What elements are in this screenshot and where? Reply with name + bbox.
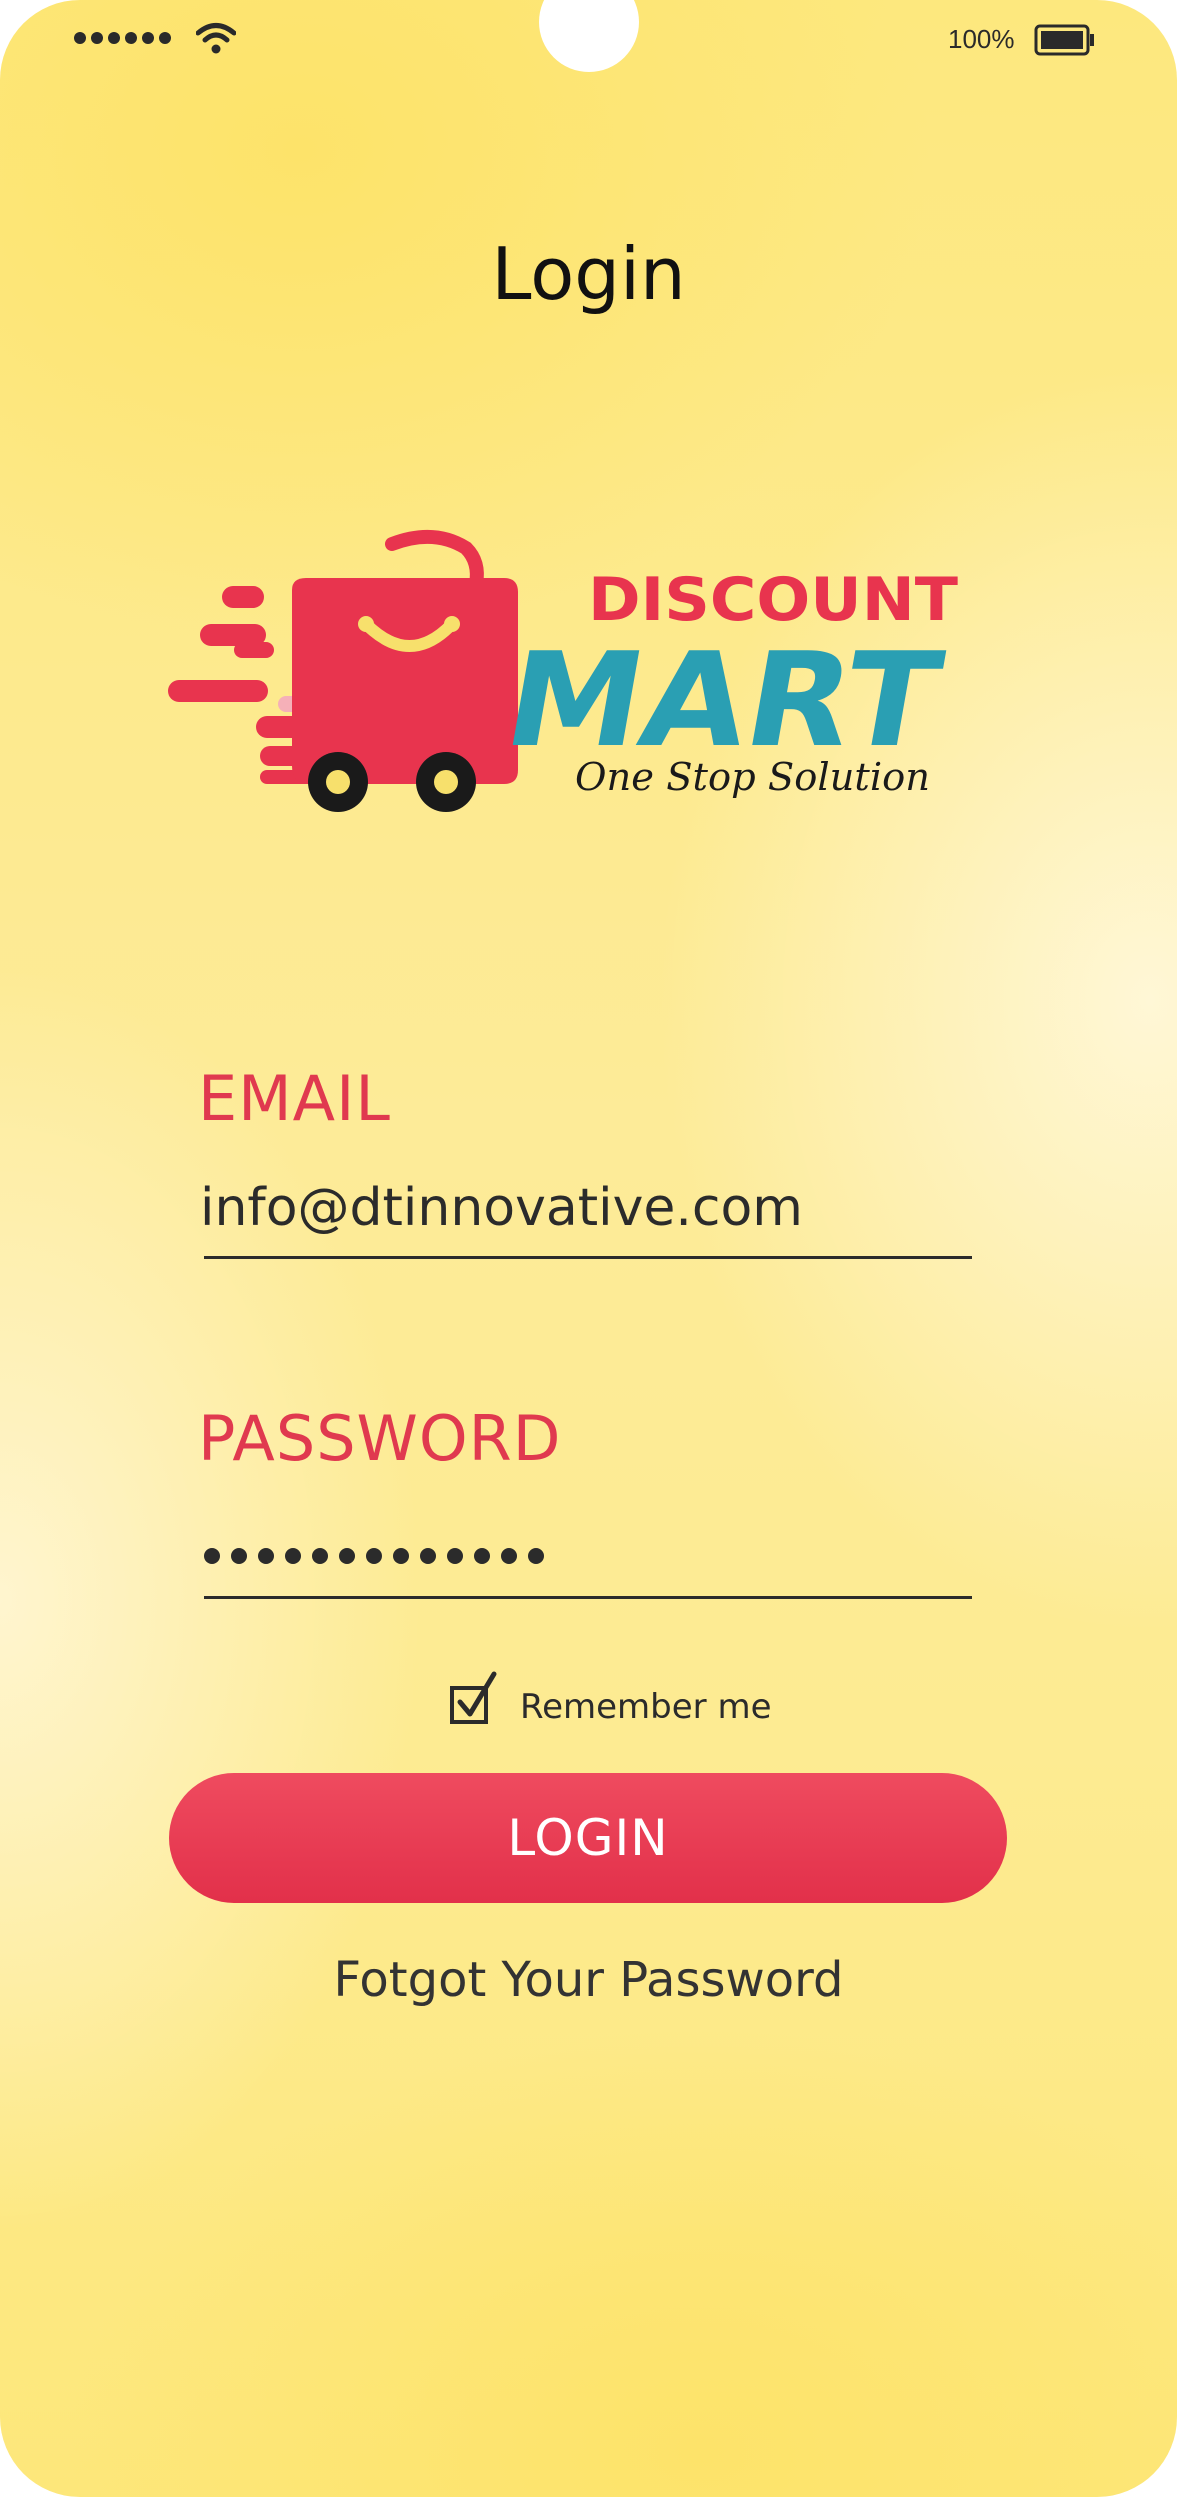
remember-label: Remember me: [520, 1687, 772, 1727]
battery-icon: [1034, 24, 1094, 56]
discount-mart-logo: DISCOUNT MART One Stop Solution: [168, 529, 958, 812]
wifi-icon: [196, 23, 236, 54]
email-underline: [204, 1256, 972, 1259]
remember-me-row[interactable]: Remember me: [448, 1670, 772, 1730]
password-underline: [204, 1596, 972, 1599]
remember-checkbox[interactable]: [448, 1670, 508, 1730]
logo-tagline: One Stop Solution: [575, 755, 930, 799]
login-button[interactable]: LOGIN: [169, 1773, 1007, 1903]
shopping-bag-cart-icon: [292, 529, 518, 812]
email-field[interactable]: info@dtinnovative.com: [200, 1178, 970, 1238]
phone-screen: 100% Login DISCOUNT MART One Stop Soluti…: [0, 0, 1177, 2497]
battery-percent: 100%: [948, 24, 1015, 54]
logo-line2: MART: [495, 624, 952, 776]
signal-dots-icon: [74, 32, 171, 44]
camera-notch: [539, 0, 639, 72]
email-label: EMAIL: [198, 1062, 391, 1135]
password-field[interactable]: [204, 1548, 544, 1564]
page-title: Login: [491, 232, 686, 316]
forgot-password-link[interactable]: Fotgot Your Password: [0, 1952, 1177, 2008]
password-label: PASSWORD: [198, 1402, 562, 1475]
